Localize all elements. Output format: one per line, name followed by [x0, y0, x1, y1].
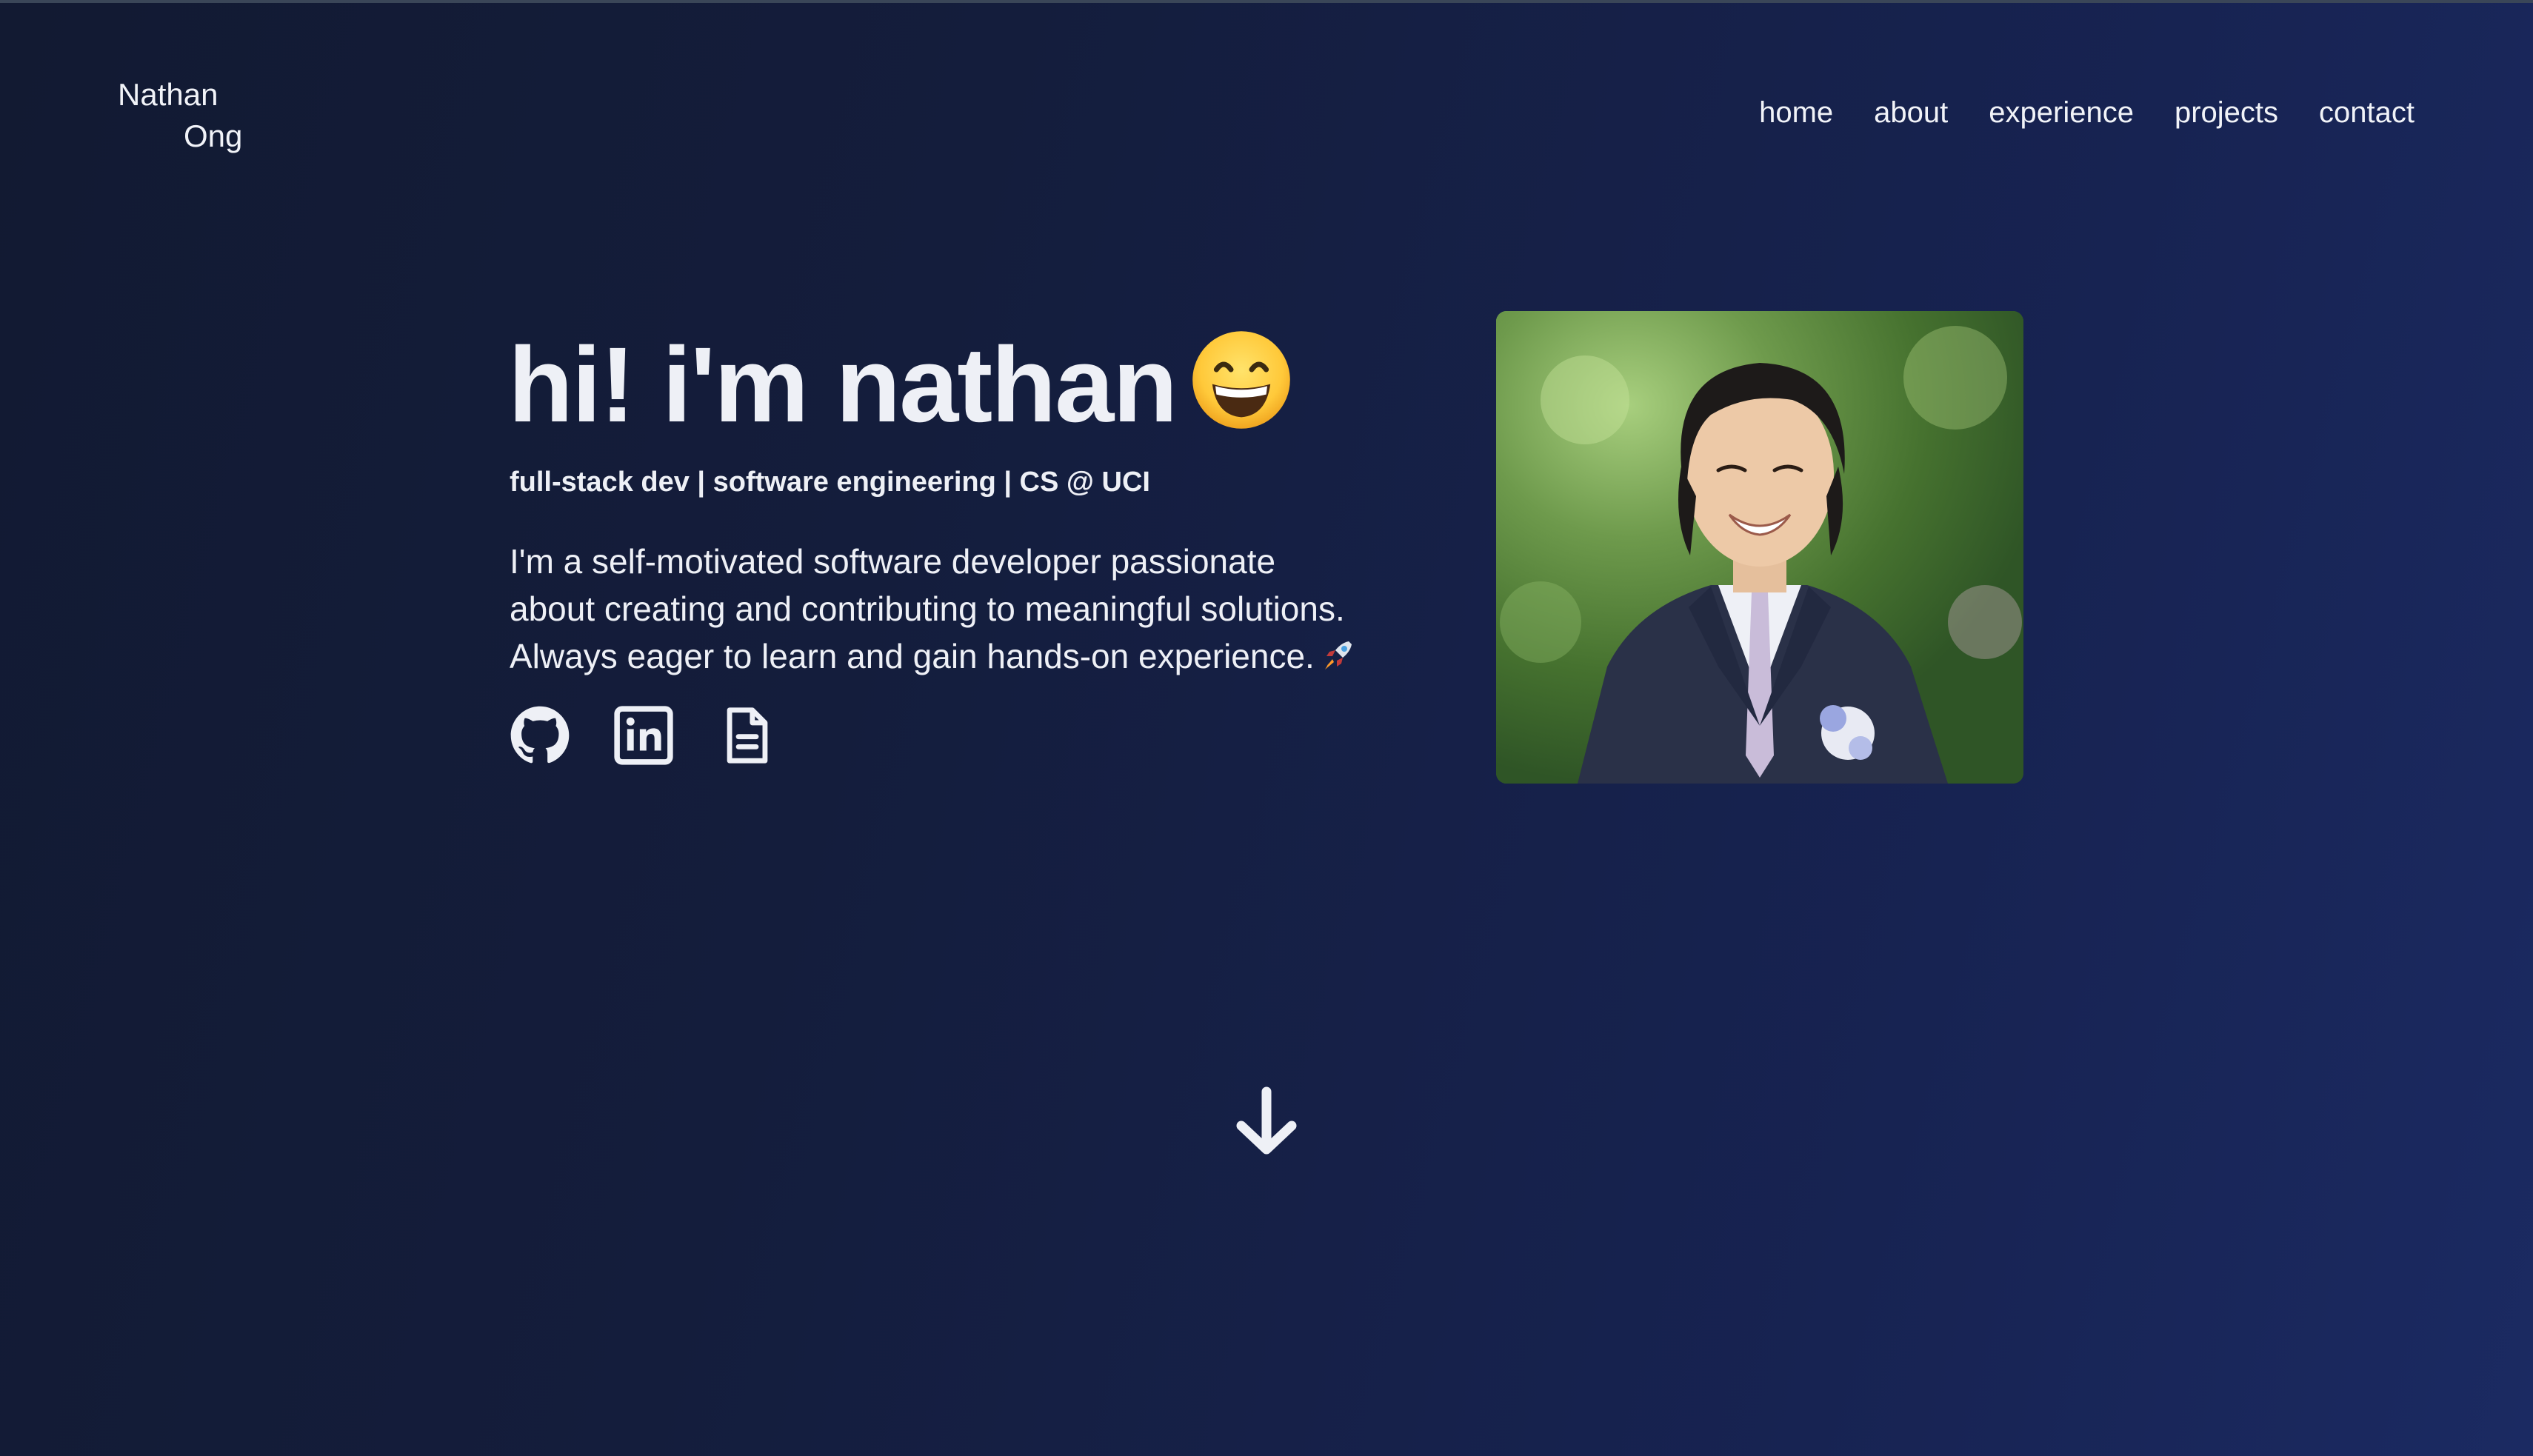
nav-item-about[interactable]: about — [1874, 96, 1948, 130]
social-links — [510, 705, 778, 766]
top-border — [0, 0, 2533, 3]
nav-item-experience[interactable]: experience — [1989, 96, 2134, 130]
linkedin-icon[interactable] — [613, 705, 674, 766]
nav-item-projects[interactable]: projects — [2175, 96, 2278, 130]
profile-photo — [1496, 311, 2023, 784]
logo-last-name: Ong — [184, 118, 243, 153]
rocket-icon — [1324, 641, 1352, 669]
scroll-down-arrow-icon[interactable] — [1234, 1086, 1299, 1157]
bio-line-3: Always eager to learn and gain hands-on … — [510, 637, 1315, 675]
bio-line-2: about creating and contributing to meani… — [510, 590, 1345, 628]
main-nav: home about experience projects contact — [1759, 96, 2414, 130]
nav-item-contact[interactable]: contact — [2319, 96, 2414, 130]
hero-title-text: hi! i'm nathan — [508, 325, 1178, 444]
hero-bio: I'm a self-motivated software developer … — [510, 538, 1361, 680]
resume-document-icon[interactable] — [717, 705, 778, 766]
logo-first-name: Nathan — [118, 77, 218, 112]
site-logo[interactable]: Nathan Ong — [118, 74, 242, 157]
github-icon[interactable] — [510, 705, 570, 766]
nav-item-home[interactable]: home — [1759, 96, 1833, 130]
grinning-face-icon — [1192, 331, 1291, 429]
profile-photo-illustration — [1496, 311, 2023, 784]
hero-title: hi! i'm nathan — [508, 318, 1293, 452]
bio-line-1: I'm a self-motivated software developer … — [510, 542, 1276, 581]
hero-subtitle: full-stack dev | software engineering | … — [510, 467, 1150, 498]
